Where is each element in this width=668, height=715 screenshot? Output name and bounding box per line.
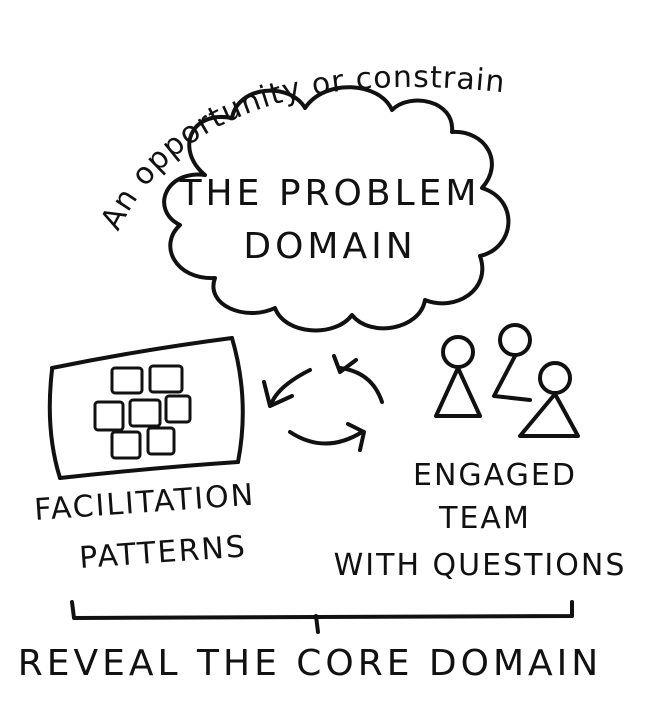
conclusion-text: REVEAL THE CORE DOMAIN	[18, 643, 602, 684]
people-group-icon	[434, 323, 580, 438]
sticky-notes-board-icon	[47, 336, 245, 480]
cloud-line2: DOMAIN	[243, 226, 416, 267]
team-line1: ENGAGED	[413, 458, 577, 493]
facilitation-line2: PATTERNS	[78, 529, 248, 576]
cycle-arrows-icon	[262, 354, 384, 452]
cloud-line1: THE PROBLEM	[179, 173, 481, 214]
facilitation-line1: FACILITATION	[33, 478, 256, 528]
team-line3: WITH QUESTIONS	[334, 548, 627, 583]
team-line2: TEAM	[438, 501, 531, 536]
bracket-icon	[70, 600, 574, 634]
diagram-canvas: An opportunity or constraint THE PROBLEM…	[0, 0, 627, 684]
